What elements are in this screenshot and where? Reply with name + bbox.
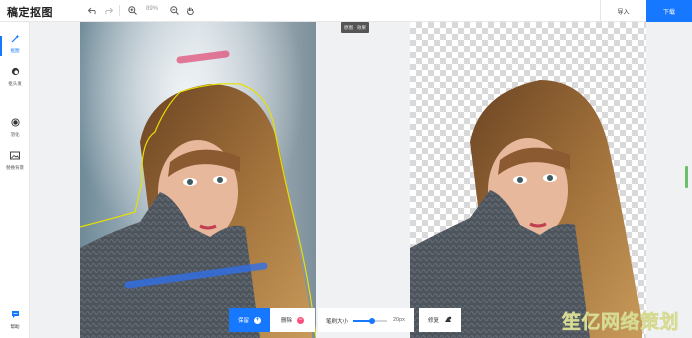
- toolbar-divider: [119, 5, 120, 16]
- download-button[interactable]: 下载: [646, 0, 692, 22]
- sidebar-item-label: 替换背景: [6, 165, 24, 170]
- magic-wand-icon: [11, 34, 20, 46]
- erase-brush-button[interactable]: 删除 −: [270, 308, 315, 332]
- restore-label: 修复: [427, 318, 439, 324]
- keep-label: 保留: [237, 318, 249, 324]
- hand-icon[interactable]: [184, 4, 197, 17]
- compare-result-label: 效果: [357, 24, 366, 30]
- sidebar-item-hair[interactable]: 抠头发: [0, 67, 30, 93]
- app-logo: 稿定抠图: [7, 6, 53, 19]
- import-button[interactable]: 导入: [600, 0, 646, 22]
- compare-original-label: 原图: [344, 24, 353, 30]
- brush-size-control: 笔刷大小 20px: [318, 308, 414, 332]
- zoom-level: 89%: [146, 6, 159, 12]
- compare-label: 原图 效果: [341, 22, 369, 33]
- chat-icon: [11, 310, 20, 322]
- sidebar-item-help[interactable]: 帮助: [0, 310, 30, 336]
- restore-button[interactable]: 修复: [419, 308, 461, 332]
- tool-sidebar: 抠图 抠头发 羽化 替换背景 帮助: [0, 22, 30, 338]
- sidebar-item-label: 羽化: [10, 132, 20, 137]
- zoom-in-icon[interactable]: [126, 4, 139, 17]
- top-bar: 稿定抠图 89% 导入 下载: [0, 0, 692, 22]
- feather-icon: [10, 118, 20, 130]
- sidebar-item-cutout[interactable]: 抠图: [0, 34, 30, 60]
- scrollbar-thumb[interactable]: [685, 166, 688, 188]
- result-canvas[interactable]: [410, 22, 646, 338]
- sidebar-item-label: 抠头发: [8, 81, 22, 86]
- brush-size-slider-knob[interactable]: [368, 317, 375, 324]
- original-photo: [80, 22, 316, 338]
- minus-icon: −: [297, 316, 304, 324]
- keep-brush-button[interactable]: 保留 +: [229, 308, 270, 332]
- undo-icon[interactable]: [86, 4, 99, 17]
- hair-icon: [11, 67, 20, 79]
- zoom-out-icon[interactable]: [168, 4, 181, 17]
- restore-icon: [444, 316, 452, 325]
- watermark-text: 笙亿网络策划: [562, 311, 680, 334]
- result-photo: [410, 80, 642, 338]
- brush-size-value: 20px: [393, 317, 405, 323]
- brush-size-label: 笔刷大小: [326, 319, 349, 325]
- sidebar-item-label: 帮助: [10, 324, 20, 329]
- plus-icon: +: [254, 316, 261, 324]
- sidebar-item-replace-background[interactable]: 替换背景: [0, 151, 30, 177]
- erase-label: 删除: [280, 318, 292, 324]
- sidebar-item-feather[interactable]: 羽化: [0, 118, 30, 144]
- image-icon: [10, 151, 20, 163]
- sidebar-item-label: 抠图: [10, 48, 20, 53]
- redo-icon[interactable]: [101, 4, 114, 17]
- original-canvas[interactable]: [80, 22, 316, 338]
